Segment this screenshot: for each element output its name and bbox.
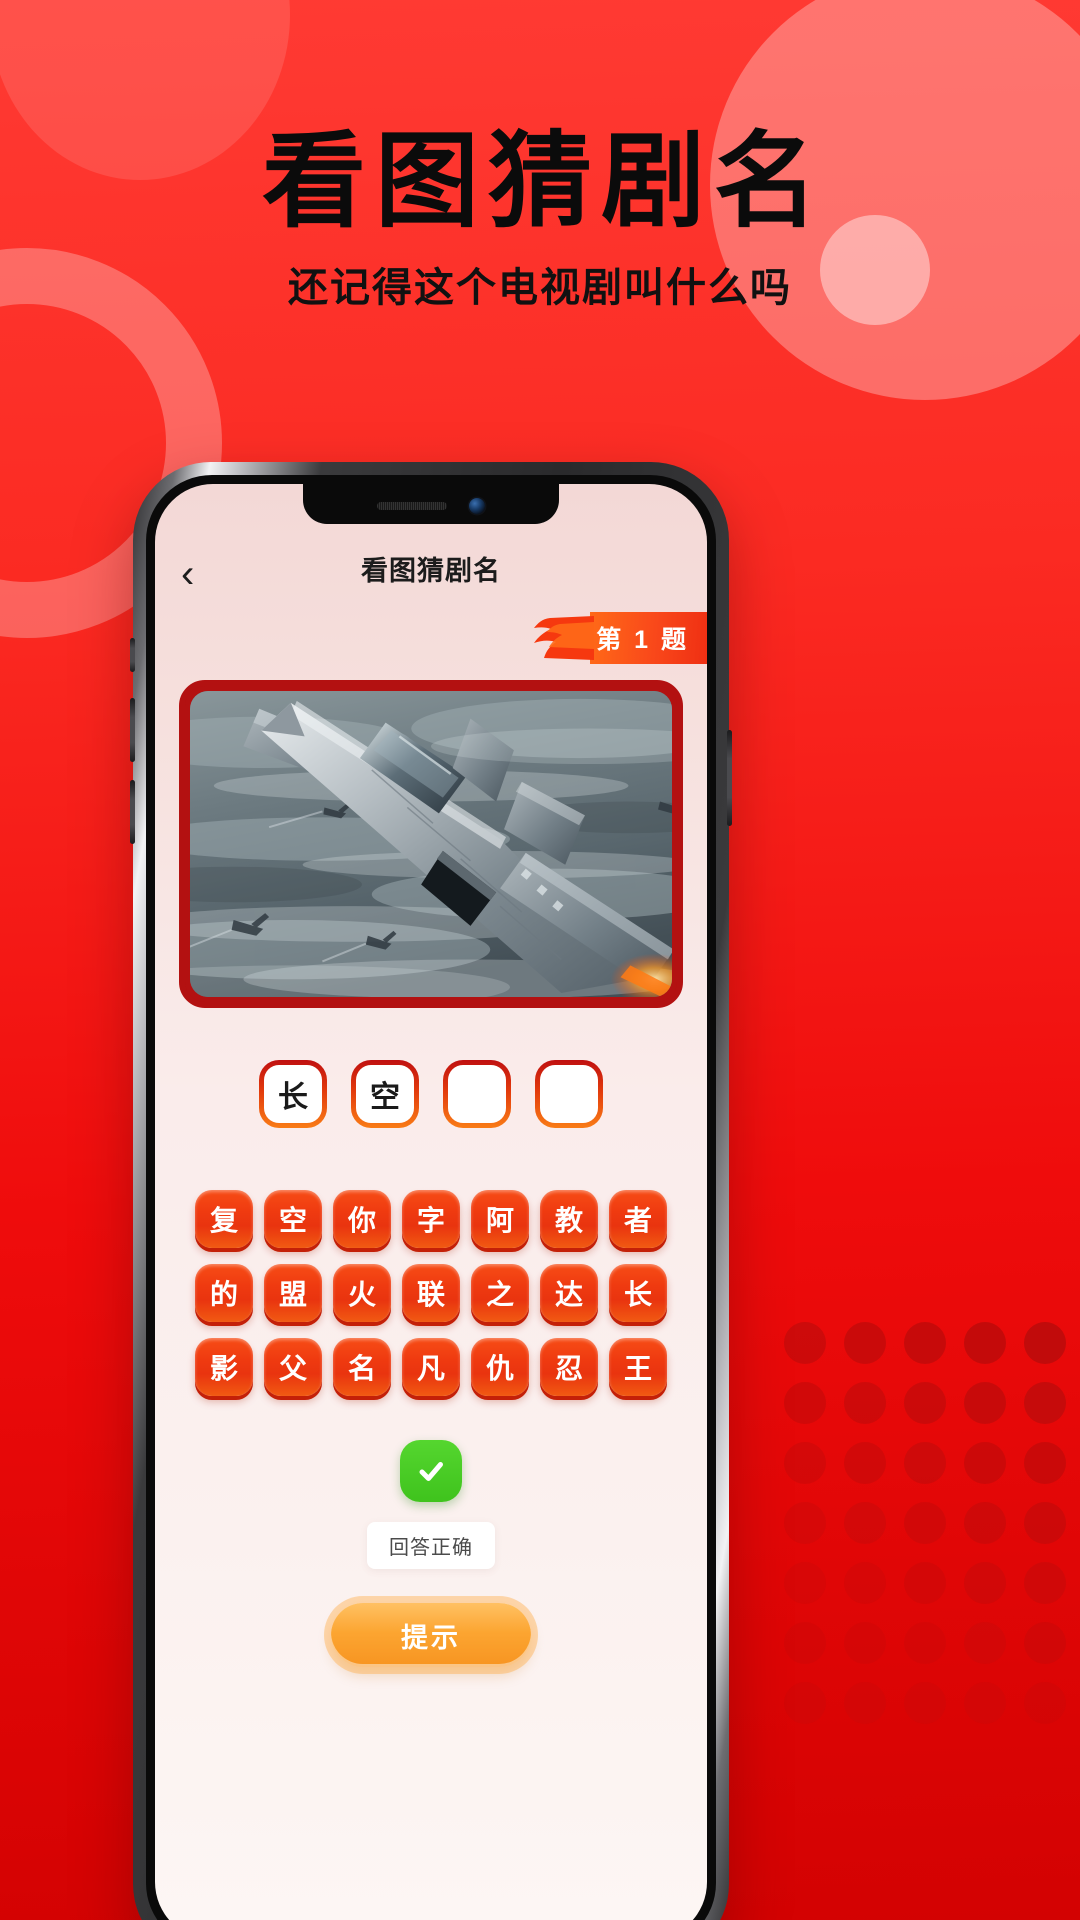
- puzzle-picture: [190, 691, 672, 997]
- phone-notch: [303, 484, 559, 524]
- character-tile-row: 影 父 名 凡 仇 忍 王: [179, 1338, 683, 1396]
- phone-volume-up-button[interactable]: [130, 698, 135, 762]
- answer-slot-char: [540, 1065, 598, 1123]
- hint-button[interactable]: 提示: [331, 1603, 531, 1667]
- decorative-dot: [964, 1442, 1006, 1484]
- decorative-dot: [904, 1382, 946, 1424]
- check-circle-icon: [400, 1440, 462, 1502]
- character-tile[interactable]: 空: [264, 1190, 322, 1248]
- phone-silent-switch[interactable]: [130, 638, 135, 672]
- decorative-dot: [904, 1562, 946, 1604]
- decorative-dot: [844, 1622, 886, 1664]
- poster-title-block: 看图猜剧名 还记得这个电视剧叫什么吗: [0, 128, 1080, 313]
- character-tile-row: 的 盟 火 联 之 达 长: [179, 1264, 683, 1322]
- decorative-dot: [784, 1322, 826, 1364]
- decorative-dot: [1024, 1682, 1066, 1724]
- character-tile[interactable]: 复: [195, 1190, 253, 1248]
- character-tile[interactable]: 字: [402, 1190, 460, 1248]
- jet-illustration: [190, 691, 672, 997]
- decorative-dot: [964, 1502, 1006, 1544]
- poster-background: 看图猜剧名 还记得这个电视剧叫什么吗 ‹ 看图猜剧名 第 1 题 长 空 复 空…: [0, 0, 1080, 1920]
- page-subtitle: 还记得这个电视剧叫什么吗: [288, 265, 792, 311]
- chevron-left-icon[interactable]: ‹: [181, 554, 221, 594]
- decorative-dot: [784, 1382, 826, 1424]
- phone-power-button[interactable]: [727, 730, 732, 826]
- answer-slot-char: 空: [356, 1065, 414, 1123]
- front-camera-icon: [469, 498, 485, 514]
- decorative-dot: [964, 1322, 1006, 1364]
- decorative-dot: [784, 1442, 826, 1484]
- character-tile[interactable]: 影: [195, 1338, 253, 1396]
- answer-slot[interactable]: 长: [259, 1060, 327, 1128]
- character-tile[interactable]: 教: [540, 1190, 598, 1248]
- result-zone: 回答正确: [179, 1440, 683, 1569]
- decorative-dot: [784, 1502, 826, 1544]
- decorative-dot: [1024, 1562, 1066, 1604]
- character-tile[interactable]: 父: [264, 1338, 322, 1396]
- decorative-dot: [784, 1682, 826, 1724]
- character-tile[interactable]: 凡: [402, 1338, 460, 1396]
- character-tile[interactable]: 者: [609, 1190, 667, 1248]
- decorative-dot: [964, 1382, 1006, 1424]
- character-tile[interactable]: 仇: [471, 1338, 529, 1396]
- page-title: 看图猜剧名: [261, 125, 827, 240]
- decorative-dot: [784, 1562, 826, 1604]
- character-tile[interactable]: 之: [471, 1264, 529, 1322]
- decorative-dot: [904, 1622, 946, 1664]
- answer-slot-row: 长 空: [179, 1060, 683, 1128]
- decorative-dot: [1024, 1442, 1066, 1484]
- decorative-dot: [1024, 1382, 1066, 1424]
- phone-bezel: ‹ 看图猜剧名 第 1 题 长 空 复 空 你 字 阿 教 者 的 盟 火 联 …: [146, 475, 716, 1920]
- answer-slot[interactable]: [535, 1060, 603, 1128]
- result-toast: 回答正确: [367, 1522, 495, 1569]
- decorative-dot: [844, 1682, 886, 1724]
- decorative-dot: [844, 1562, 886, 1604]
- speaker-grille-icon: [377, 502, 447, 510]
- question-badge-row: 第 1 题: [179, 602, 707, 676]
- decorative-dot: [904, 1502, 946, 1544]
- character-tile[interactable]: 达: [540, 1264, 598, 1322]
- character-tile-row: 复 空 你 字 阿 教 者: [179, 1190, 683, 1248]
- decorative-dot: [844, 1502, 886, 1544]
- character-tile[interactable]: 忍: [540, 1338, 598, 1396]
- answer-slot[interactable]: 空: [351, 1060, 419, 1128]
- character-tile[interactable]: 名: [333, 1338, 391, 1396]
- character-tile[interactable]: 阿: [471, 1190, 529, 1248]
- decorative-dot: [1024, 1322, 1066, 1364]
- phone-volume-down-button[interactable]: [130, 780, 135, 844]
- decorative-dot: [844, 1442, 886, 1484]
- phone-screen: ‹ 看图猜剧名 第 1 题 长 空 复 空 你 字 阿 教 者 的 盟 火 联 …: [155, 484, 707, 1920]
- app-screen: ‹ 看图猜剧名 第 1 题 长 空 复 空 你 字 阿 教 者 的 盟 火 联 …: [155, 484, 707, 1920]
- decorative-dot: [844, 1382, 886, 1424]
- character-tile[interactable]: 的: [195, 1264, 253, 1322]
- decorative-dot: [904, 1682, 946, 1724]
- status-badge: 第 1 题: [520, 612, 707, 664]
- decorative-dot: [964, 1562, 1006, 1604]
- decorative-dot: [904, 1442, 946, 1484]
- decorative-dot-matrix: [776, 1322, 1066, 1742]
- decorative-dot: [964, 1622, 1006, 1664]
- decorative-dot: [784, 1622, 826, 1664]
- puzzle-picture-frame: [179, 680, 683, 1008]
- answer-slot-char: [448, 1065, 506, 1123]
- app-title: 看图猜剧名: [361, 556, 501, 586]
- decorative-dot: [1024, 1502, 1066, 1544]
- decorative-dot: [964, 1682, 1006, 1724]
- character-tile[interactable]: 长: [609, 1264, 667, 1322]
- phone-mockup: ‹ 看图猜剧名 第 1 题 长 空 复 空 你 字 阿 教 者 的 盟 火 联 …: [130, 462, 732, 1920]
- question-number-label: 第 1 题: [590, 612, 707, 664]
- character-tile[interactable]: 火: [333, 1264, 391, 1322]
- decorative-dot: [1024, 1622, 1066, 1664]
- decorative-dot: [844, 1322, 886, 1364]
- character-tile[interactable]: 你: [333, 1190, 391, 1248]
- answer-slot[interactable]: [443, 1060, 511, 1128]
- character-tile[interactable]: 联: [402, 1264, 460, 1322]
- character-tile-grid: 复 空 你 字 阿 教 者 的 盟 火 联 之 达 长 影 父 名 凡 仇 忍 …: [179, 1190, 683, 1396]
- answer-slot-char: 长: [264, 1065, 322, 1123]
- decorative-dot: [904, 1322, 946, 1364]
- character-tile[interactable]: 王: [609, 1338, 667, 1396]
- character-tile[interactable]: 盟: [264, 1264, 322, 1322]
- flame-icon: [520, 612, 595, 664]
